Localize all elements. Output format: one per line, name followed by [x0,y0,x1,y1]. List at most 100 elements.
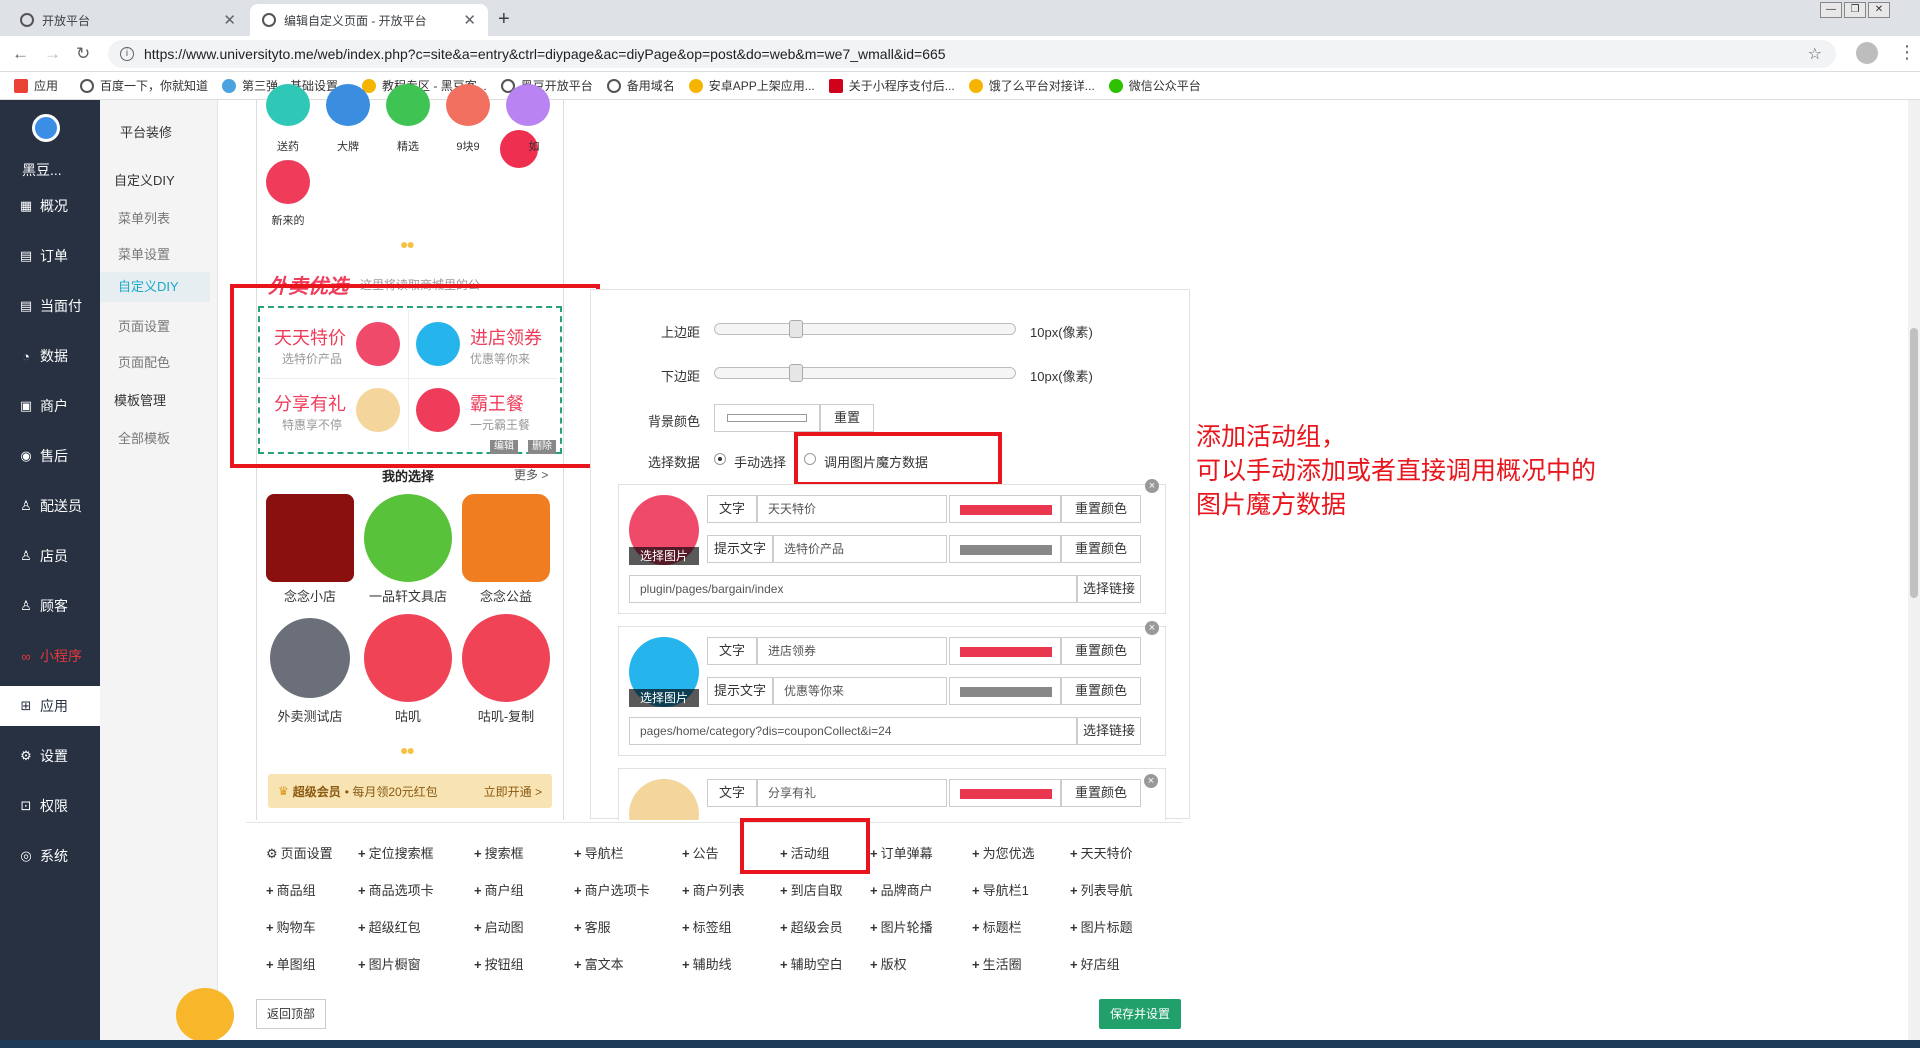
component-item[interactable]: ⚙ 页面设置 [266,843,333,862]
shop-image[interactable] [266,494,354,582]
nine-yuan-icon[interactable] [446,84,490,126]
bookmark-item[interactable]: 关于小程序支付后... [828,77,955,94]
submenu-item-page-colors[interactable]: 页面配色 [118,352,170,371]
bookmark-item[interactable]: 饿了么平台对接详... [968,77,1095,94]
top-margin-slider[interactable] [714,320,1016,338]
brand-icon[interactable] [326,84,370,126]
sidebar-item-orders[interactable]: ▤ 订单 [0,236,100,276]
menu-dots-icon[interactable]: ⋮ [1898,42,1916,63]
reset-color-button[interactable]: 重置颜色 [1061,637,1141,665]
close-icon[interactable]: ✕ [223,11,236,29]
bookmark-item[interactable]: 安卓APP上架应用... [688,77,815,94]
reset-color-button[interactable]: 重置颜色 [1061,535,1141,563]
vip-action[interactable]: 立即开通 > [484,783,542,800]
back-to-top-button[interactable]: 返回顶部 [256,999,326,1029]
hint-input[interactable]: 优惠等你来 [773,677,947,705]
component-item[interactable]: + 商品组 [266,880,316,899]
close-icon[interactable]: ✕ [463,11,476,29]
reset-color-button[interactable]: 重置颜色 [1061,677,1141,705]
sidebar-item-merchants[interactable]: ▣ 商户 [0,386,100,426]
close-icon[interactable]: × [1144,774,1158,788]
more-link[interactable]: 更多 > [514,466,548,483]
info-icon[interactable]: i [120,47,134,61]
bookmark-apps[interactable]: 应用 [14,77,58,94]
title-input[interactable]: 分享有礼 [757,779,947,807]
bookmark-item[interactable]: 微信公众平台 [1108,77,1201,94]
submenu-item-menu-settings[interactable]: 菜单设置 [118,244,170,263]
component-item[interactable]: + 单图组 [266,954,316,973]
title-input[interactable]: 进店领券 [757,637,947,665]
manual-label[interactable]: 手动选择 [734,452,786,471]
component-item[interactable]: + 标题栏 [972,917,1022,936]
component-item[interactable]: + 列表导航 [1070,880,1133,899]
url-field[interactable]: i https://www.universityto.me/web/index.… [108,40,1836,68]
component-item[interactable]: + 超级红包 [358,917,421,936]
restore-icon[interactable]: ❐ [1844,2,1866,18]
minimize-icon[interactable]: — [1820,2,1842,18]
pick-image-button[interactable]: 选择图片 [629,689,699,707]
component-item[interactable]: + 搜索框 [474,843,524,862]
submenu-item-page-settings[interactable]: 页面设置 [118,316,170,335]
vip-bar[interactable]: ♛ 超级会员 • 每月领20元红包 立即开通 > [268,774,552,808]
cat-icon[interactable] [462,614,550,702]
component-item[interactable]: + 超级会员 [780,917,843,936]
submenu-group-diy[interactable]: 自定义DIY [114,170,175,189]
submenu-item-all-templates[interactable]: 全部模板 [118,428,170,447]
component-item[interactable]: + 定位搜索框 [358,843,434,862]
reset-color-button[interactable]: 重置颜色 [1061,495,1141,523]
component-item[interactable]: + 辅助线 [682,954,732,973]
cat-icon[interactable] [266,160,310,204]
component-item[interactable]: + 到店自取 [780,880,843,899]
title-color-picker[interactable] [949,637,1061,665]
submenu-item-menu-list[interactable]: 菜单列表 [118,208,170,227]
reset-color-button[interactable]: 重置颜色 [1061,779,1141,807]
component-item[interactable]: + 辅助空白 [780,954,843,973]
profile-avatar[interactable] [1856,42,1878,64]
slider-thumb[interactable] [789,364,803,382]
component-item[interactable]: + 购物车 [266,917,316,936]
close-window-icon[interactable]: ✕ [1868,2,1890,18]
component-item[interactable]: + 商户列表 [682,880,745,899]
tab-open-platform[interactable]: 开放平台 ✕ [8,4,248,36]
pick-image-button[interactable]: 选择图片 [629,547,699,565]
component-item[interactable]: + 导航栏1 [972,880,1029,899]
component-item[interactable]: + 天天特价 [1070,843,1133,862]
hint-color-picker[interactable] [949,535,1061,563]
save-button[interactable]: 保存并设置 [1099,999,1181,1029]
pick-link-button[interactable]: 选择链接 [1077,575,1141,603]
bookmark-item[interactable]: 百度一下，你就知道 [80,77,208,94]
component-item[interactable]: + 为您优选 [972,843,1035,862]
component-item[interactable]: + 客服 [574,917,611,936]
sidebar-item-couriers[interactable]: ♙ 配送员 [0,486,100,526]
cat-icon[interactable] [364,614,452,702]
component-item[interactable]: + 商户组 [474,880,524,899]
reload-icon[interactable]: ↻ [76,44,90,64]
close-icon[interactable]: × [1145,621,1159,635]
new-tab-icon[interactable]: + [498,8,510,31]
component-item[interactable]: + 好店组 [1070,954,1120,973]
submenu-item-custom-diy[interactable]: 自定义DIY [100,272,210,302]
scrollbar-thumb[interactable] [1910,328,1918,598]
sidebar-item-miniapp[interactable]: ∞ 小程序 [0,636,100,676]
slider-thumb[interactable] [789,320,803,338]
hint-input[interactable]: 选特价产品 [773,535,947,563]
component-item[interactable]: + 图片轮播 [870,917,933,936]
component-item[interactable]: + 导航栏 [574,843,624,862]
component-item[interactable]: + 按钮组 [474,954,524,973]
link-input[interactable]: plugin/pages/bargain/index [629,575,1077,603]
sidebar-item-customers[interactable]: ♙ 顾客 [0,586,100,626]
bookmark-item[interactable]: 备用域名 [606,77,675,94]
close-icon[interactable]: × [1145,479,1159,493]
sidebar-item-settings[interactable]: ⚙ 设置 [0,736,100,776]
link-input[interactable]: pages/home/category?dis=couponCollect&i=… [629,717,1077,745]
title-color-picker[interactable] [949,779,1061,807]
submenu-group-templates[interactable]: 模板管理 [114,390,166,409]
sidebar-item-overview[interactable]: ▦ 概况 [0,186,100,226]
component-item[interactable]: + 公告 [682,843,719,862]
sidebar-item-clerks[interactable]: ♙ 店员 [0,536,100,576]
component-item[interactable]: + 版权 [870,954,907,973]
component-item[interactable]: + 标签组 [682,917,732,936]
sidebar-item-data[interactable]: ◔ 数据 [0,336,100,376]
thumbs-up-icon[interactable] [462,494,550,582]
manual-radio[interactable] [714,453,726,465]
